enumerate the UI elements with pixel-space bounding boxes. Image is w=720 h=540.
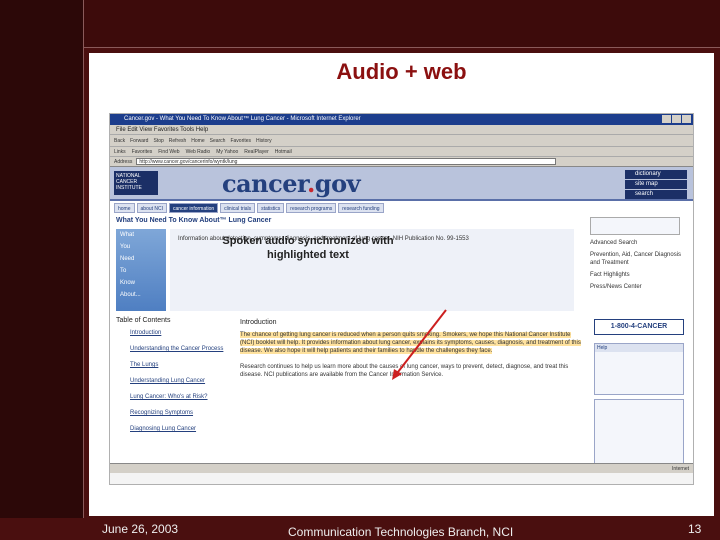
status-text: Internet bbox=[672, 466, 689, 472]
nav-search[interactable]: search bbox=[625, 190, 687, 199]
browser-window-title: Cancer.gov - What You Need To Know About… bbox=[124, 116, 361, 122]
toc-item[interactable]: Diagnosing Lung Cancer bbox=[130, 425, 240, 433]
toc-item[interactable]: Lung Cancer: Who's at Risk? bbox=[130, 393, 240, 401]
slide-content: Audio + web Cancer.gov - What You Need T… bbox=[89, 53, 714, 516]
cancer-gov-logo[interactable]: cancer.gov bbox=[222, 169, 361, 198]
browser-screenshot: Cancer.gov - What You Need To Know About… bbox=[109, 113, 694, 485]
figure-label: Need bbox=[120, 256, 135, 262]
address-label: Address bbox=[114, 158, 133, 165]
web-page: NATIONAL CANCER INSTITUTE cancer.gov dic… bbox=[110, 167, 693, 473]
toc-item[interactable]: Introduction bbox=[130, 329, 240, 337]
highlighted-text: The chance of getting lung cancer is red… bbox=[240, 332, 581, 354]
footer-page-number: 13 bbox=[688, 522, 702, 536]
toolbar-search[interactable]: Search bbox=[210, 138, 226, 144]
browser-address-bar: Address http://www.cancer.gov/cancerinfo… bbox=[110, 157, 693, 167]
toolbar-back[interactable]: Back bbox=[114, 138, 125, 144]
site-search-box[interactable] bbox=[590, 217, 680, 235]
intro-text: The chance of getting lung cancer is red… bbox=[240, 331, 584, 471]
address-input[interactable]: http://www.cancer.gov/cancerinfo/wyntk/l… bbox=[136, 158, 557, 165]
maximize-icon[interactable] bbox=[672, 115, 681, 123]
logo-text: cancer bbox=[222, 169, 307, 198]
right-col-link[interactable]: Prevention, Aid, Cancer Diagnosis and Tr… bbox=[590, 251, 690, 267]
site-banner: NATIONAL CANCER INSTITUTE cancer.gov dic… bbox=[110, 167, 693, 201]
browser-menu-bar[interactable]: File Edit View Favorites Tools Help bbox=[110, 125, 693, 135]
page-heading: What You Need To Know About™ Lung Cancer bbox=[116, 217, 272, 224]
top-left-block bbox=[0, 0, 84, 48]
toc-item[interactable]: Recognizing Symptoms bbox=[130, 409, 240, 417]
toolbar-history[interactable]: History bbox=[256, 138, 272, 144]
toolbar-home[interactable]: Home bbox=[191, 138, 204, 144]
press-news-link[interactable]: Press/News Center bbox=[590, 283, 690, 291]
toolbar-stop[interactable]: Stop bbox=[153, 138, 163, 144]
toc-title: Table of Contents bbox=[116, 317, 171, 324]
link-item[interactable]: RealPlayer bbox=[244, 149, 268, 155]
link-item[interactable]: Hotmail bbox=[275, 149, 292, 155]
slide-title: Audio + web bbox=[336, 59, 467, 84]
nci-logo[interactable]: NATIONAL CANCER INSTITUTE bbox=[114, 171, 158, 195]
browser-toolbar: Back Forward Stop Refresh Home Search Fa… bbox=[110, 135, 693, 147]
site-side-nav: dictionary site map search bbox=[625, 170, 687, 200]
tab-cancer-information[interactable]: cancer information bbox=[169, 203, 219, 213]
close-icon[interactable] bbox=[682, 115, 691, 123]
help-box: Help bbox=[594, 343, 684, 395]
browser-titlebar: Cancer.gov - What You Need To Know About… bbox=[110, 114, 693, 125]
browser-links-bar: Links Favorites Find Web Web Radio My Ya… bbox=[110, 147, 693, 157]
link-item[interactable]: Find Web bbox=[158, 149, 179, 155]
logo-tld: gov bbox=[314, 169, 361, 198]
nav-site-map[interactable]: site map bbox=[625, 180, 687, 189]
tab-research-programs[interactable]: research programs bbox=[286, 203, 337, 213]
callout-text: Spoken audio synchronized with highlight… bbox=[196, 234, 420, 262]
toc-list: Introduction Understanding the Cancer Pr… bbox=[130, 329, 240, 441]
toc-item[interactable]: Understanding the Cancer Process bbox=[130, 345, 240, 353]
site-tabs: home about NCI cancer information clinic… bbox=[110, 203, 693, 213]
intro-text-continued: Research continues to help us learn more… bbox=[240, 364, 569, 378]
phone-banner[interactable]: 1-800-4-CANCER bbox=[594, 319, 684, 335]
minimize-icon[interactable] bbox=[662, 115, 671, 123]
right-column: Advanced Search Prevention, Aid, Cancer … bbox=[590, 217, 690, 295]
intro-title: Introduction bbox=[240, 319, 277, 326]
toolbar-refresh[interactable]: Refresh bbox=[169, 138, 187, 144]
tab-statistics[interactable]: statistics bbox=[257, 203, 285, 213]
figure-label: Know bbox=[120, 280, 136, 286]
nav-dictionary[interactable]: dictionary bbox=[625, 170, 687, 179]
right-col-link[interactable]: Fact Highlights bbox=[590, 271, 690, 279]
window-buttons bbox=[662, 115, 691, 123]
logo-dot: . bbox=[306, 169, 315, 198]
figure-label: About... bbox=[120, 292, 141, 298]
browser-status-bar: Internet bbox=[110, 463, 693, 473]
toolbar-favorites[interactable]: Favorites bbox=[230, 138, 251, 144]
help-title: Help bbox=[595, 344, 683, 352]
advanced-search-link[interactable]: Advanced Search bbox=[590, 239, 690, 247]
figure-label: What bbox=[120, 232, 135, 238]
figure-label: You bbox=[120, 244, 131, 250]
body-figure: What You Need To Know About... bbox=[116, 229, 166, 311]
callout-line-2: highlighted text bbox=[267, 249, 349, 261]
footer-date: June 26, 2003 bbox=[102, 522, 179, 536]
top-band bbox=[0, 0, 720, 48]
toc-item[interactable]: The Lungs bbox=[130, 361, 240, 369]
link-item[interactable]: Favorites bbox=[132, 149, 153, 155]
link-item[interactable]: My Yahoo bbox=[216, 149, 238, 155]
figure-label: To bbox=[120, 268, 127, 274]
links-label: Links bbox=[114, 148, 126, 155]
footer-org: Communication Technologies Branch, NCI bbox=[288, 525, 514, 539]
tab-home[interactable]: home bbox=[114, 203, 135, 213]
tab-about-nci[interactable]: about NCI bbox=[136, 203, 168, 213]
tab-research-funding[interactable]: research funding bbox=[338, 203, 384, 213]
related-links-box bbox=[594, 399, 684, 469]
toolbar-forward[interactable]: Forward bbox=[130, 138, 148, 144]
tab-clinical-trials[interactable]: clinical trials bbox=[220, 203, 256, 213]
left-strip bbox=[0, 48, 84, 518]
callout-line-1: Spoken audio synchronized with bbox=[222, 235, 394, 247]
toc-item[interactable]: Understanding Lung Cancer bbox=[130, 377, 240, 385]
link-item[interactable]: Web Radio bbox=[186, 149, 211, 155]
